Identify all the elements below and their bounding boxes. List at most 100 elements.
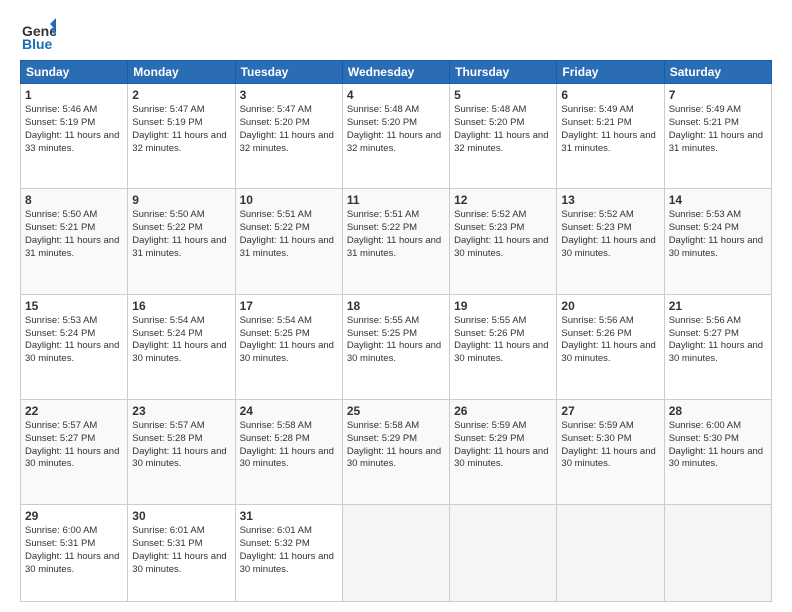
day-number: 29 [25, 508, 123, 524]
calendar-cell: 8Sunrise: 5:50 AMSunset: 5:21 PMDaylight… [21, 189, 128, 294]
day-number: 19 [454, 298, 552, 314]
sunset-text: Sunset: 5:21 PM [561, 117, 631, 128]
sunrise-text: Sunrise: 5:57 AM [25, 420, 97, 431]
sunrise-text: Sunrise: 5:49 AM [561, 104, 633, 115]
calendar-cell: 4Sunrise: 5:48 AMSunset: 5:20 PMDaylight… [342, 84, 449, 189]
sunrise-text: Sunrise: 5:52 AM [454, 209, 526, 220]
svg-text:Blue: Blue [22, 36, 53, 52]
day-number: 27 [561, 403, 659, 419]
calendar-cell: 3Sunrise: 5:47 AMSunset: 5:20 PMDaylight… [235, 84, 342, 189]
daylight-text: Daylight: 11 hours and 30 minutes. [347, 446, 441, 470]
calendar-cell: 11Sunrise: 5:51 AMSunset: 5:22 PMDayligh… [342, 189, 449, 294]
day-number: 16 [132, 298, 230, 314]
calendar-cell: 16Sunrise: 5:54 AMSunset: 5:24 PMDayligh… [128, 294, 235, 399]
sunset-text: Sunset: 5:30 PM [669, 433, 739, 444]
calendar-week-1: 1Sunrise: 5:46 AMSunset: 5:19 PMDaylight… [21, 84, 772, 189]
calendar-cell: 14Sunrise: 5:53 AM Sunset: 5:24 PM Dayligh… [664, 189, 771, 294]
day-number: 22 [25, 403, 123, 419]
sunset-text: Sunset: 5:22 PM [347, 222, 417, 233]
sunset-text: Sunset: 5:22 PM [132, 222, 202, 233]
day-number: 8 [25, 192, 123, 208]
sunrise-text: Sunrise: 5:46 AM [25, 104, 97, 115]
day-number: 2 [132, 87, 230, 103]
sunrise-text: Sunrise: 6:01 AM [240, 525, 312, 536]
sunrise-text: Sunrise: 5:50 AM [25, 209, 97, 220]
sunset-text: Sunset: 5:28 PM [240, 433, 310, 444]
daylight-text: Daylight: 11 hours and 30 minutes. [25, 446, 119, 470]
daylight-text: Daylight: 11 hours and 32 minutes. [240, 130, 334, 154]
sunrise-text: Sunrise: 6:00 AM [669, 420, 741, 431]
calendar-cell: 31Sunrise: 6:01 AMSunset: 5:32 PMDayligh… [235, 505, 342, 602]
day-header-tuesday: Tuesday [235, 61, 342, 84]
day-number: 28 [669, 403, 767, 419]
daylight-text: Daylight: 11 hours and 31 minutes. [25, 235, 119, 259]
daylight-text: Daylight: 11 hours and 30 minutes. [669, 446, 763, 470]
logo: General Blue [20, 16, 56, 52]
daylight-text: Daylight: 11 hours and 30 minutes. [240, 551, 334, 575]
day-number: 20 [561, 298, 659, 314]
sunset-text: Sunset: 5:19 PM [132, 117, 202, 128]
daylight-text: Daylight: 11 hours and 30 minutes. [347, 340, 441, 364]
sunrise-text: Sunrise: 5:47 AM [240, 104, 312, 115]
sunset-text: Sunset: 5:20 PM [347, 117, 417, 128]
sunset-text: Sunset: 5:31 PM [132, 538, 202, 549]
calendar-cell: 29Sunrise: 6:00 AMSunset: 5:31 PMDayligh… [21, 505, 128, 602]
sunset-text: Sunset: 5:24 PM [669, 222, 739, 233]
sunrise-text: Sunrise: 6:01 AM [132, 525, 204, 536]
daylight-text: Daylight: 11 hours and 30 minutes. [561, 235, 655, 259]
daylight-text: Daylight: 11 hours and 30 minutes. [561, 446, 655, 470]
calendar-cell [342, 505, 449, 602]
daylight-text: Daylight: 11 hours and 30 minutes. [240, 446, 334, 470]
daylight-text: Daylight: 11 hours and 30 minutes. [25, 340, 119, 364]
sunset-text: Sunset: 5:23 PM [454, 222, 524, 233]
calendar-week-2: 8Sunrise: 5:50 AMSunset: 5:21 PMDaylight… [21, 189, 772, 294]
sunrise-text: Sunrise: 5:47 AM [132, 104, 204, 115]
daylight-text: Daylight: 11 hours and 30 minutes. [132, 446, 226, 470]
daylight-text: Daylight: 11 hours and 31 minutes. [561, 130, 655, 154]
day-number: 4 [347, 87, 445, 103]
sunset-text: Sunset: 5:24 PM [132, 328, 202, 339]
daylight-text: Daylight: 11 hours and 30 minutes. [132, 551, 226, 575]
daylight-text: Daylight: 11 hours and 30 minutes. [561, 340, 655, 364]
logo-icon: General Blue [20, 16, 56, 52]
daylight-text: Daylight: 11 hours and 31 minutes. [347, 235, 441, 259]
sunset-text: Sunset: 5:28 PM [132, 433, 202, 444]
daylight-text: Daylight: 11 hours and 30 minutes. [669, 235, 763, 259]
day-number: 15 [25, 298, 123, 314]
day-header-saturday: Saturday [664, 61, 771, 84]
calendar-cell: 23Sunrise: 5:57 AMSunset: 5:28 PMDayligh… [128, 399, 235, 504]
sunset-text: Sunset: 5:27 PM [25, 433, 95, 444]
calendar-cell [664, 505, 771, 602]
day-number: 14 [669, 192, 767, 208]
daylight-text: Daylight: 11 hours and 30 minutes. [454, 446, 548, 470]
daylight-text: Daylight: 11 hours and 33 minutes. [25, 130, 119, 154]
calendar-cell: 10Sunrise: 5:51 AMSunset: 5:22 PMDayligh… [235, 189, 342, 294]
daylight-text: Daylight: 11 hours and 30 minutes. [454, 235, 548, 259]
daylight-text: Daylight: 11 hours and 30 minutes. [25, 551, 119, 575]
day-number: 12 [454, 192, 552, 208]
calendar-cell [557, 505, 664, 602]
calendar-cell: 24Sunrise: 5:58 AMSunset: 5:28 PMDayligh… [235, 399, 342, 504]
day-number: 25 [347, 403, 445, 419]
day-number: 7 [669, 87, 767, 103]
calendar-cell: 20Sunrise: 5:56 AMSunset: 5:26 PMDayligh… [557, 294, 664, 399]
calendar-cell: 9Sunrise: 5:50 AMSunset: 5:22 PMDaylight… [128, 189, 235, 294]
calendar-cell: 19Sunrise: 5:55 AMSunset: 5:26 PMDayligh… [450, 294, 557, 399]
sunrise-text: Sunrise: 5:58 AM [240, 420, 312, 431]
sunrise-text: Sunrise: 5:56 AM [561, 315, 633, 326]
page: General Blue SundayMondayTuesdayWednesda… [0, 0, 792, 612]
sunrise-text: Sunrise: 5:58 AM [347, 420, 419, 431]
sunset-text: Sunset: 5:20 PM [240, 117, 310, 128]
sunset-text: Sunset: 5:29 PM [347, 433, 417, 444]
calendar-cell: 25Sunrise: 5:58 AM Sunset: 5:29 PM Dayligh… [342, 399, 449, 504]
sunrise-text: Sunrise: 5:56 AM [669, 315, 741, 326]
daylight-text: Daylight: 11 hours and 31 minutes. [132, 235, 226, 259]
sunrise-text: Sunrise: 6:00 AM [25, 525, 97, 536]
sunrise-text: Sunrise: 5:49 AM [669, 104, 741, 115]
sunrise-text: Sunrise: 5:48 AM [347, 104, 419, 115]
sunrise-text: Sunrise: 5:53 AM [669, 209, 741, 220]
daylight-text: Daylight: 11 hours and 32 minutes. [454, 130, 548, 154]
calendar-cell: 15Sunrise: 5:53 AMSunset: 5:24 PMDayligh… [21, 294, 128, 399]
calendar-cell: 21Sunrise: 5:56 AMSunset: 5:27 PMDayligh… [664, 294, 771, 399]
sunrise-text: Sunrise: 5:59 AM [454, 420, 526, 431]
